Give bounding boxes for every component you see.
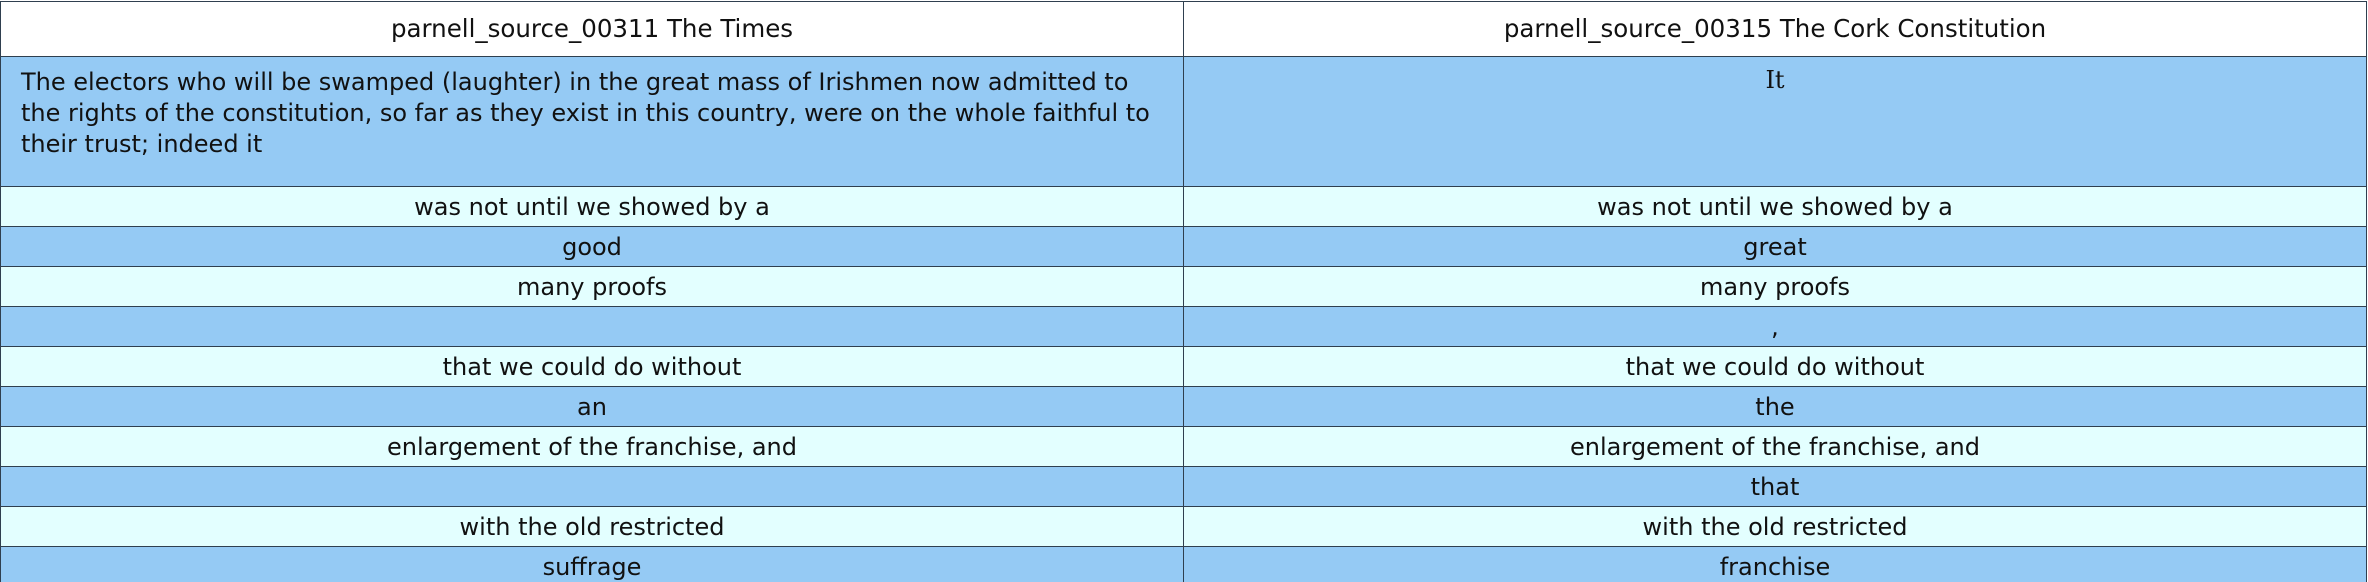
table-cell-left: suffrage — [0, 546, 1184, 582]
table-cell-left: many proofs — [0, 266, 1184, 307]
table-cell-right: , — [1183, 306, 2367, 347]
table-row: suffrage franchise — [0, 546, 2367, 582]
table-cell-right: the — [1183, 386, 2367, 427]
table-cell-right: It — [1183, 56, 2367, 187]
table-cell-left: that we could do without — [0, 346, 1184, 387]
source-header-right: parnell_source_00315 The Cork Constituti… — [1183, 1, 2367, 57]
table-row: with the old restricted with the old res… — [0, 506, 2367, 547]
table-cell-left: good — [0, 226, 1184, 267]
table-cell-left: enlargement of the franchise, and — [0, 426, 1184, 467]
table-cell-left: an — [0, 386, 1184, 427]
collation-table: parnell_source_00311 The Times parnell_s… — [0, 1, 2367, 582]
table-row: that we could do without that we could d… — [0, 346, 2367, 387]
table-cell-left — [0, 306, 1184, 347]
table-cell-right: many proofs — [1183, 266, 2367, 307]
table-row: that — [0, 466, 2367, 507]
table-row: was not until we showed by a was not unt… — [0, 186, 2367, 227]
table-cell-right: with the old restricted — [1183, 506, 2367, 547]
table-cell-right: franchise — [1183, 546, 2367, 582]
table-cell-left: with the old restricted — [0, 506, 1184, 547]
table-cell-right: enlargement of the franchise, and — [1183, 426, 2367, 467]
table-cell-left: was not until we showed by a — [0, 186, 1184, 227]
table-row: The electors who will be swamped (laught… — [0, 56, 2367, 187]
table-cell-right: great — [1183, 226, 2367, 267]
collation-viewport: parnell_source_00311 The Times parnell_s… — [0, 0, 2368, 582]
table-cell-right: was not until we showed by a — [1183, 186, 2367, 227]
source-header-left: parnell_source_00311 The Times — [0, 1, 1184, 57]
table-cell-left: The electors who will be swamped (laught… — [0, 56, 1184, 187]
table-cell-right: that we could do without — [1183, 346, 2367, 387]
table-row: many proofs many proofs — [0, 266, 2367, 307]
table-cell-right: that — [1183, 466, 2367, 507]
table-cell-left — [0, 466, 1184, 507]
table-header-row: parnell_source_00311 The Times parnell_s… — [0, 1, 2367, 57]
table-row: , — [0, 306, 2367, 347]
table-row: good great — [0, 226, 2367, 267]
table-row: an the — [0, 386, 2367, 427]
table-row: enlargement of the franchise, and enlarg… — [0, 426, 2367, 467]
